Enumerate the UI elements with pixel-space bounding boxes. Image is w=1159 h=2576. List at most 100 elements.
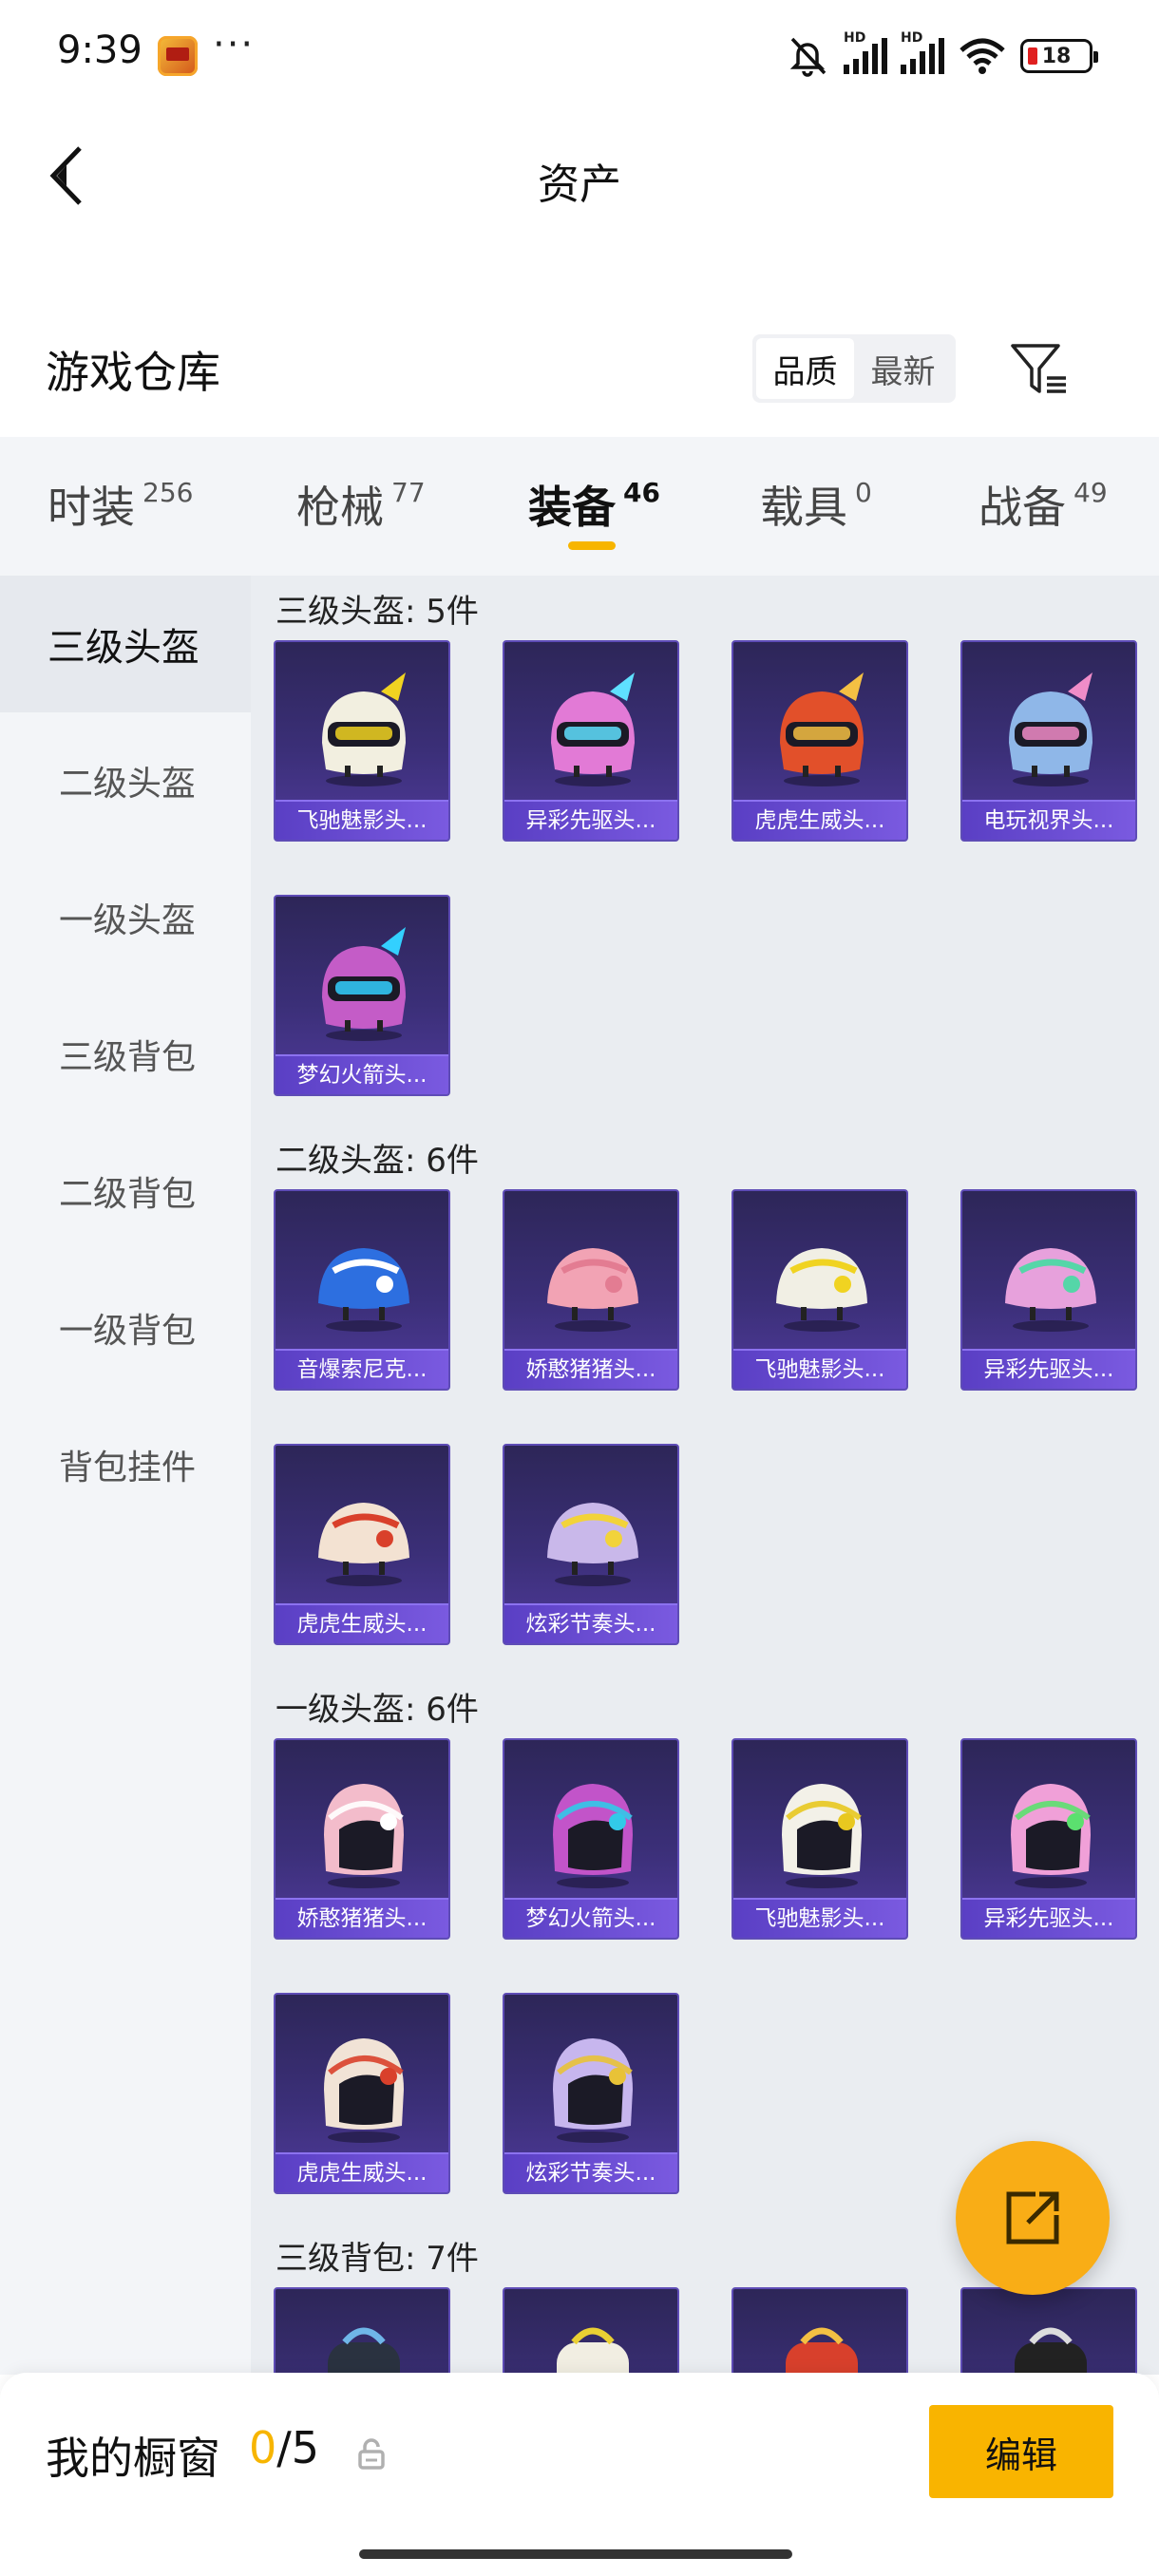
tab-label: 装备 [528,482,616,533]
tab-count: 77 [391,477,426,508]
sort-toggle: 品质 最新 [752,334,956,403]
subcategory-sidebar: 三级头盔 二级头盔 一级头盔 三级背包 二级背包 一级背包 背包挂件 [0,576,251,2375]
item-name: 梦幻火箭头... [504,1900,677,1938]
helmet-icon [318,1503,409,1586]
item-card[interactable]: 炫彩节奏头... [503,1993,679,2194]
showcase-count: 0 /5 [249,2422,319,2473]
more-notifications-icon: ··· [213,23,256,66]
mute-icon [789,37,826,77]
item-card[interactable]: 娇憨猪猪头... [274,1738,450,1940]
item-card[interactable] [960,2287,1137,2375]
status-bar: 9:39 ··· HD HD 18 [0,0,1159,114]
helmet-icon [553,2038,633,2143]
tab-vehicles[interactable]: 载具 0 [760,473,872,536]
sidebar-item-level1-helmet[interactable]: 一级头盔 [0,849,251,986]
item-name: 虎虎生威头... [276,1605,448,1643]
section-title: 一级头盔: 6件 [276,1691,479,1729]
sidebar-item-level3-backpack[interactable]: 三级背包 [0,986,251,1123]
filter-icon [1011,344,1066,393]
warehouse-title: 游戏仓库 [46,347,220,398]
helmet-icon [547,1503,638,1586]
tab-supplies[interactable]: 战备 49 [978,473,1108,536]
helmet-icon [1009,672,1092,786]
sidebar-item-level3-helmet[interactable]: 三级头盔 [0,576,251,712]
item-card[interactable]: 虎虎生威头... [732,640,908,842]
helmet-icon [318,1248,409,1332]
tab-label: 载具 [760,482,847,533]
item-card[interactable]: 虎虎生威头... [274,1444,450,1645]
item-card[interactable]: 梦幻火箭头... [503,1738,679,1940]
helmet-icon [322,927,406,1041]
sidebar-item-level2-helmet[interactable]: 二级头盔 [0,712,251,849]
item-card[interactable]: 异彩先驱头... [960,1189,1137,1391]
helmet-icon [324,1784,404,1888]
sort-by-newest[interactable]: 最新 [854,338,952,399]
item-card[interactable] [732,2287,908,2375]
item-card[interactable]: 异彩先驱头... [960,1738,1137,1940]
item-name: 飞驰魅影头... [733,1351,906,1389]
item-card[interactable]: 飞驰魅影头... [274,640,450,842]
item-card[interactable]: 电玩视界头... [960,640,1137,842]
helmet-icon [553,1784,633,1888]
helmet-icon [322,672,406,786]
active-tab-indicator [568,541,616,550]
item-card[interactable] [503,2287,679,2375]
showcase-bar: 我的橱窗 0 /5 编辑 [0,2373,1159,2576]
item-name: 虎虎生威头... [276,2154,448,2192]
helmet-icon [780,672,864,786]
tab-equipment[interactable]: 装备 46 [528,473,660,536]
edit-button[interactable]: 编辑 [929,2405,1113,2498]
game-app-icon [158,36,198,76]
lock-icon [358,2438,385,2470]
item-name: 梦幻火箭头... [276,1056,448,1094]
backpack-icon [557,2327,629,2375]
item-card[interactable]: 娇憨猪猪头... [503,1189,679,1391]
category-tabs: 时装 256 枪械 77 装备 46 载具 0 战备 49 [0,437,1159,576]
item-card[interactable]: 飞驰魅影头... [732,1189,908,1391]
item-card[interactable]: 梦幻火箭头... [274,895,450,1096]
sort-by-quality[interactable]: 品质 [756,338,854,399]
app-header: 资产 [0,114,1159,237]
tab-fashion[interactable]: 时装 256 [48,473,193,536]
item-name: 炫彩节奏头... [504,2154,677,2192]
tab-count: 49 [1074,477,1108,508]
item-name: 娇憨猪猪头... [276,1900,448,1938]
showcase-label: 我的橱窗 [46,2433,220,2484]
tab-weapons[interactable]: 枪械 77 [296,473,426,536]
item-name: 飞驰魅影头... [733,1900,906,1938]
backpack-icon [786,2327,858,2375]
filter-button[interactable] [1003,332,1075,405]
signal-2-icon: HD [901,30,944,74]
signal-1-icon: HD [844,30,887,74]
section-title: 二级头盔: 6件 [276,1142,479,1180]
item-card[interactable]: 虎虎生威头... [274,1993,450,2194]
item-name: 音爆索尼克... [276,1351,448,1389]
item-card[interactable]: 飞驰魅影头... [732,1738,908,1940]
hd-tag: HD [844,30,866,46]
helmet-icon [782,1784,862,1888]
sidebar-item-level1-backpack[interactable]: 一级背包 [0,1260,251,1396]
item-card[interactable]: 异彩先驱头... [503,640,679,842]
helmet-icon [547,1248,638,1332]
battery-icon: 18 [1020,39,1098,73]
item-name: 虎虎生威头... [733,802,906,840]
tab-label: 枪械 [296,482,384,533]
sidebar-item-backpack-charm[interactable]: 背包挂件 [0,1396,251,1533]
item-name: 异彩先驱头... [962,1900,1135,1938]
item-card[interactable] [274,2287,450,2375]
tab-count: 46 [623,477,660,508]
item-card[interactable]: 炫彩节奏头... [503,1444,679,1645]
share-out-icon [1006,2191,1059,2245]
item-name: 异彩先驱头... [962,1351,1135,1389]
page-title: 资产 [538,161,621,209]
share-button[interactable] [956,2141,1110,2295]
home-indicator[interactable] [359,2549,792,2559]
tab-label: 战备 [978,482,1066,533]
wifi-icon [960,38,1005,74]
item-card[interactable]: 音爆索尼克... [274,1189,450,1391]
helmet-icon [776,1248,867,1332]
item-name: 娇憨猪猪头... [504,1351,677,1389]
sidebar-item-level2-backpack[interactable]: 二级背包 [0,1123,251,1260]
section-title: 三级背包: 7件 [276,2240,479,2278]
helmet-icon [1011,1784,1091,1888]
